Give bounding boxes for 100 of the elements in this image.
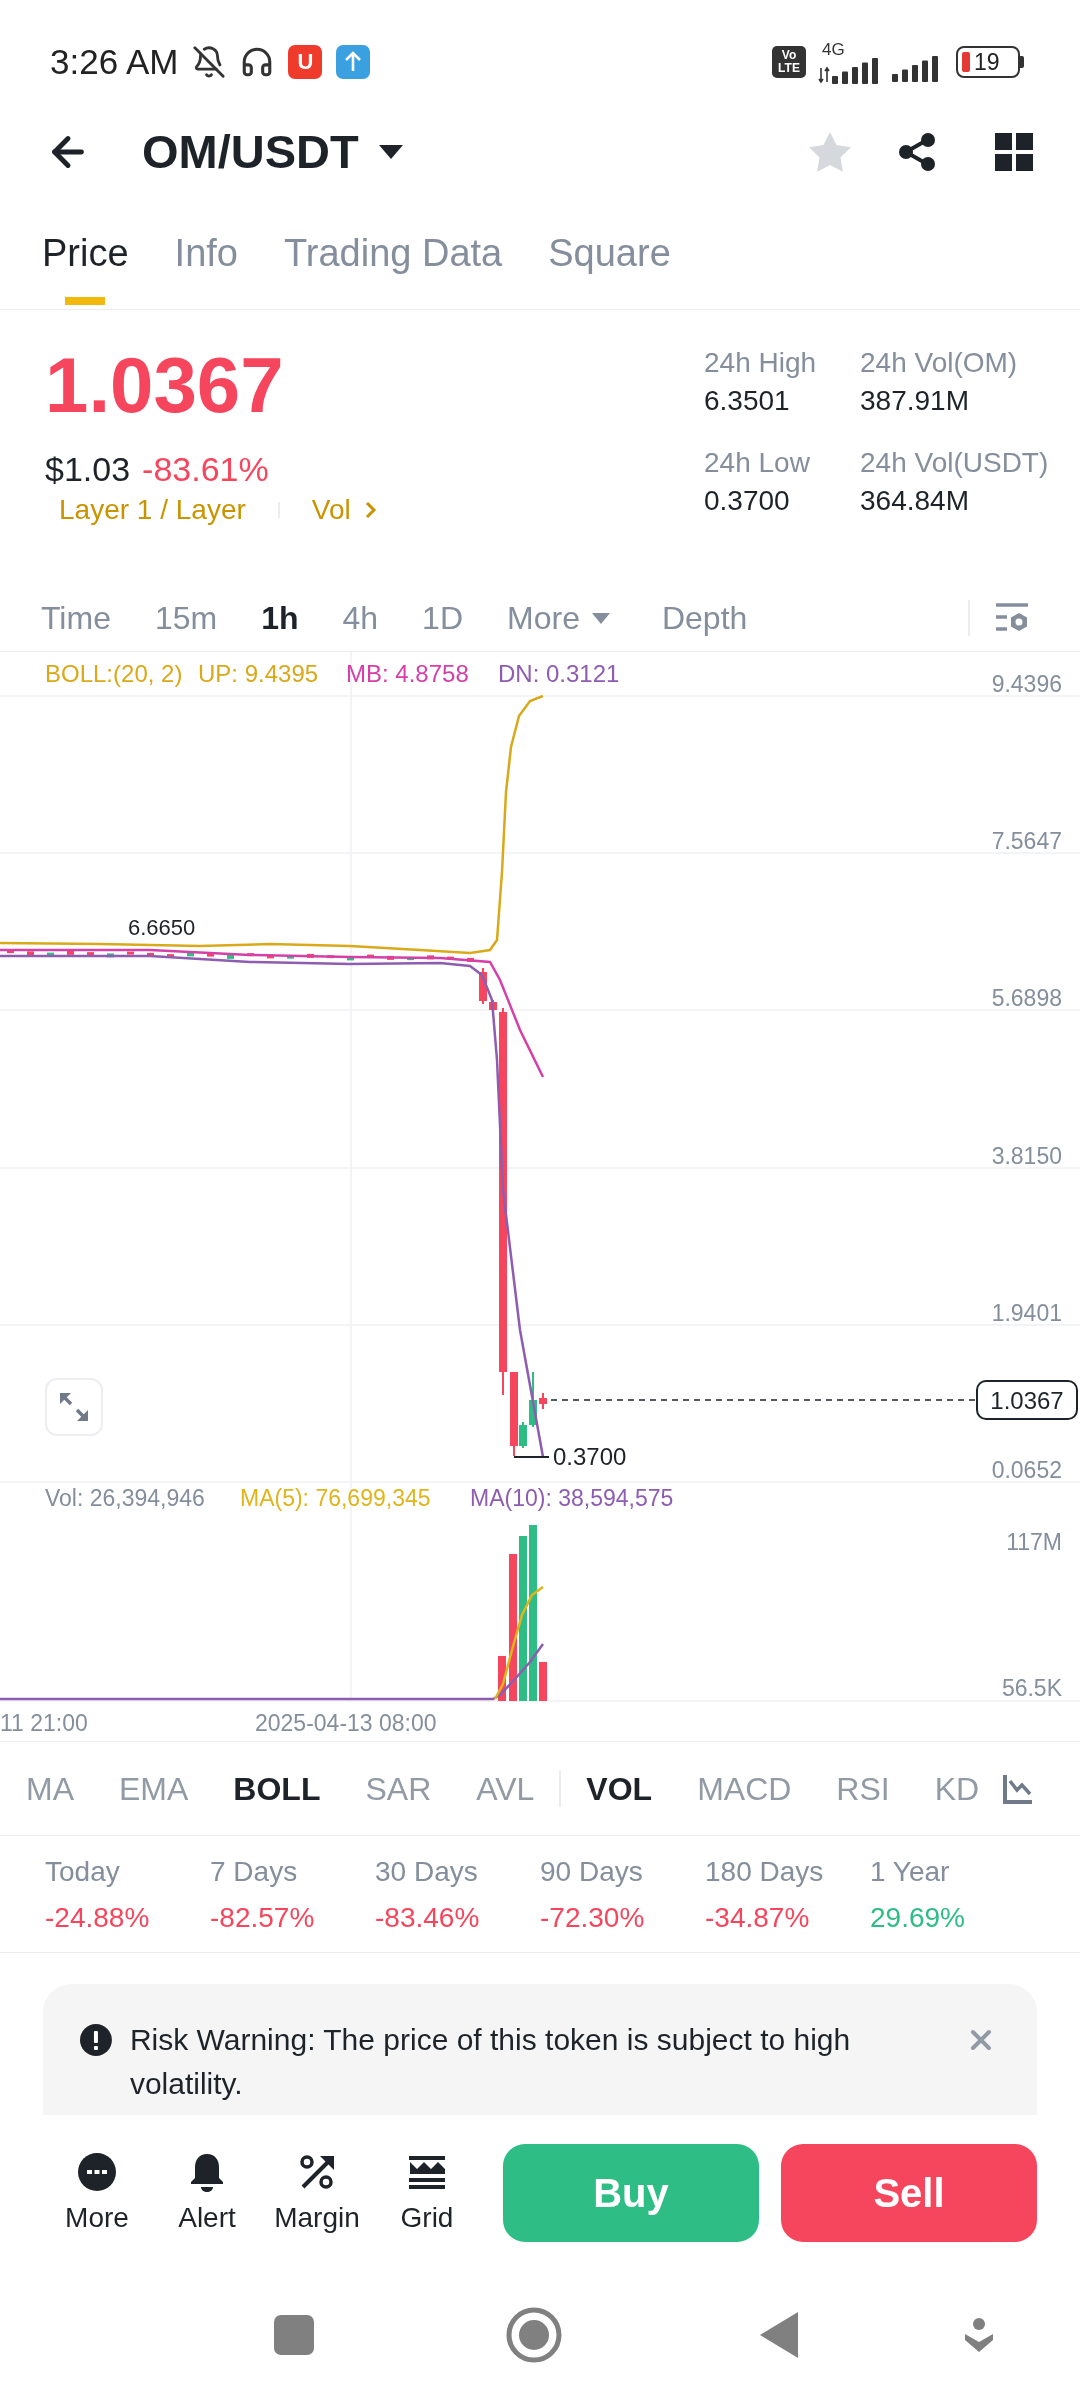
tab[interactable]: Info xyxy=(174,217,238,309)
pair-selector[interactable]: OM/USDT xyxy=(142,116,403,188)
chart-settings-icon[interactable] xyxy=(994,602,1030,634)
bell-off-icon xyxy=(192,45,227,79)
buy-button[interactable]: Buy xyxy=(503,2143,759,2242)
axis-label: 117M xyxy=(1006,1529,1062,1555)
indicator-tab[interactable]: SAR xyxy=(365,1768,432,1809)
tool-button[interactable]: Grid xyxy=(372,2151,482,2234)
home-icon[interactable] xyxy=(506,2307,562,2363)
interval-tab[interactable]: Time xyxy=(41,598,111,638)
tab[interactable]: Square xyxy=(548,217,671,309)
indicator-tab[interactable]: MA xyxy=(26,1768,74,1809)
interval-tab[interactable]: 15m xyxy=(154,598,218,638)
caret-icon xyxy=(378,145,403,159)
period-change: 29.69% xyxy=(870,1901,966,1935)
tag-link[interactable]: Layer 1 / Layer xyxy=(59,493,246,527)
candle xyxy=(87,952,94,956)
candle xyxy=(147,952,154,957)
indicator-tab[interactable]: KD xyxy=(934,1768,980,1809)
candle xyxy=(187,952,194,957)
chevron-right-icon xyxy=(364,501,377,519)
interval-tab[interactable]: More xyxy=(507,598,610,638)
candle xyxy=(447,956,454,960)
period-change: -24.88% xyxy=(45,1901,151,1935)
expand-icon xyxy=(58,1391,90,1423)
stat-label: 24h Vol(OM) xyxy=(860,346,1019,380)
low-price-label: 0.3700 xyxy=(553,1443,627,1470)
period-label: 30 Days xyxy=(375,1855,479,1889)
dot-chevron-icon[interactable] xyxy=(965,2318,993,2352)
sell-button[interactable]: Sell xyxy=(781,2143,1037,2242)
axis-label: 5.6898 xyxy=(991,985,1062,1011)
candle xyxy=(27,951,34,956)
candle xyxy=(227,954,234,959)
star-icon[interactable] xyxy=(809,132,851,172)
tag-link[interactable]: Vol xyxy=(311,493,351,527)
usd-price: $1.03 xyxy=(45,451,131,487)
alert-circle-icon xyxy=(80,2024,112,2056)
signal-icon xyxy=(818,57,880,84)
interval-tab[interactable]: 1h xyxy=(261,598,299,638)
candle xyxy=(267,954,274,959)
candle xyxy=(67,950,74,955)
period-label: 90 Days xyxy=(540,1855,644,1889)
expand-button[interactable] xyxy=(45,1378,103,1436)
indicator-tab[interactable]: VOL xyxy=(586,1768,653,1809)
candle xyxy=(489,999,497,1013)
axis-label: 0.0652 xyxy=(991,1457,1062,1483)
period-label: 180 Days xyxy=(705,1855,825,1889)
interval-tab[interactable]: Depth xyxy=(661,598,748,638)
axis-label: 2025-04-13 08:00 xyxy=(255,1710,437,1736)
candle xyxy=(167,954,174,958)
app-icon: U xyxy=(288,45,323,79)
axis-label: 1.9401 xyxy=(991,1300,1062,1326)
stat-label: 24h Vol(USDT) xyxy=(860,446,1050,480)
axis-label: 7.5647 xyxy=(991,828,1062,854)
candle xyxy=(7,950,14,954)
candle xyxy=(107,953,114,958)
interval-tab[interactable]: 4h xyxy=(342,598,379,638)
indicator-tab[interactable]: MACD xyxy=(697,1768,792,1809)
stat-label: 24h High xyxy=(704,346,818,380)
indicator-tab[interactable]: BOLL xyxy=(233,1768,321,1809)
caret-icon xyxy=(591,612,610,624)
more-icon xyxy=(78,2152,116,2191)
battery-indicator: 19 xyxy=(956,46,1024,78)
legend-label: BOLL:(20, 2) xyxy=(45,660,183,687)
tool-button[interactable]: Alert xyxy=(152,2151,262,2234)
candle xyxy=(127,951,134,955)
recents-icon[interactable] xyxy=(274,2315,314,2355)
percent-arrow-icon xyxy=(298,2152,336,2191)
risk-warning-text: Risk Warning: The price of this token is subject to high volatility. xyxy=(129,2022,852,2102)
volte-badge: Vo LTE xyxy=(772,46,806,78)
legend-label: MB: 4.8758 xyxy=(346,660,469,687)
tab[interactable]: Trading Data xyxy=(283,217,503,309)
network-type: 4G xyxy=(822,40,845,58)
tool-button[interactable]: More xyxy=(42,2151,152,2234)
period-label: Today xyxy=(45,1855,121,1889)
chart-line-icon[interactable] xyxy=(1002,1772,1034,1805)
status-time: 3:26 AM xyxy=(50,40,179,83)
zigzag-chart-icon xyxy=(407,2153,447,2190)
last-price: 1.0367 xyxy=(45,345,284,425)
volume-bar xyxy=(498,1656,506,1701)
bell-icon xyxy=(189,2151,225,2192)
interval-tab[interactable]: 1D xyxy=(422,598,463,638)
tool-button[interactable]: Margin xyxy=(262,2151,372,2234)
indicator-tab[interactable]: AVL xyxy=(476,1768,535,1809)
indicator-tab[interactable]: RSI xyxy=(836,1768,890,1809)
indicator-tab[interactable]: EMA xyxy=(119,1768,189,1809)
candle xyxy=(347,956,354,961)
candle xyxy=(367,954,374,958)
candle xyxy=(539,1392,547,1410)
candle xyxy=(427,955,434,960)
candle xyxy=(307,953,314,958)
candle xyxy=(467,957,474,962)
candle xyxy=(479,967,487,1005)
tab[interactable]: Price xyxy=(42,217,129,309)
period-change: -83.46% xyxy=(375,1901,481,1935)
legend-label: MA(5): 76,699,345 xyxy=(240,1485,431,1511)
back-triangle-icon[interactable] xyxy=(760,2312,798,2358)
share-icon[interactable] xyxy=(897,132,937,172)
stat-label: 24h Low xyxy=(704,446,811,480)
grid-icon[interactable] xyxy=(995,133,1033,171)
